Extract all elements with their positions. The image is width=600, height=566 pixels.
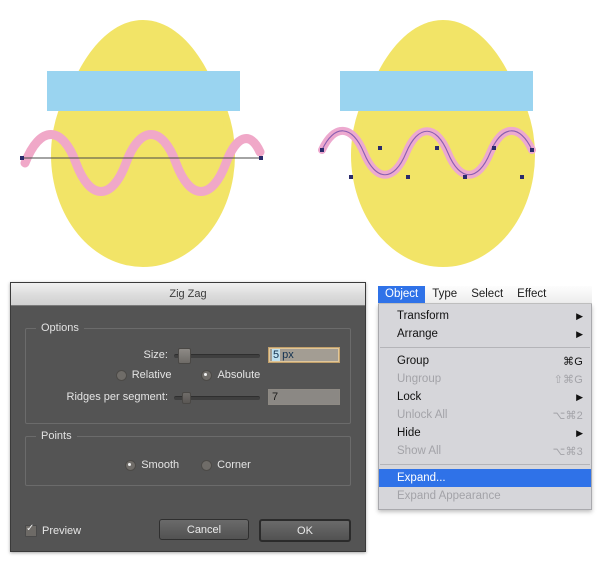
left-artwork [20, 20, 265, 267]
menu-item-label: Ungroup [397, 373, 442, 385]
size-label: Size: [143, 349, 168, 361]
points-group: Points Smooth Corner [25, 430, 351, 486]
relative-radio-label: Relative [131, 369, 172, 381]
object-menu-panel: Transform ▶ Arrange ▶ Group ⌘G Ungroup ⇧… [378, 304, 592, 510]
menu-item-label: Group [397, 355, 429, 367]
menubar: Object Type Select Effect [378, 286, 592, 304]
size-slider-thumb[interactable] [178, 348, 191, 364]
chevron-right-icon: ▶ [576, 310, 583, 321]
ridges-label: Ridges per segment: [66, 391, 169, 403]
size-slider[interactable] [174, 348, 260, 364]
blue-band-left [47, 71, 240, 111]
menu-item-label: Expand Appearance [397, 490, 501, 502]
illustration-svg [20, 20, 536, 267]
dialog-body: Options Size: 5 px Relative Absolute Rid… [11, 306, 365, 554]
menu-item-show-all: Show All ⌥⌘3 [379, 442, 591, 460]
screenshot-root: Zig Zag Options Size: 5 px Relative Abso… [0, 0, 600, 566]
menu-item-label: Transform [397, 310, 449, 322]
zig-zag-dialog: Zig Zag Options Size: 5 px Relative Abso… [10, 282, 366, 552]
size-mode-radios: Relative Absolute [36, 369, 340, 381]
right-artwork [318, 20, 536, 267]
menu-item-label: Lock [397, 391, 422, 403]
menubar-item-type[interactable]: Type [425, 286, 464, 303]
menu-item-label: Hide [397, 427, 421, 439]
size-input[interactable]: 5 px [268, 347, 340, 363]
dialog-title: Zig Zag [169, 288, 207, 300]
ridges-slider-thumb[interactable] [182, 392, 191, 404]
ridges-row: Ridges per segment: 7 [36, 389, 340, 405]
size-row: Size: 5 px [36, 347, 340, 364]
menu-item-label: Show All [397, 445, 442, 457]
ridges-slider[interactable] [174, 390, 260, 404]
absolute-radio-label: Absolute [217, 369, 261, 381]
blue-band-right [340, 71, 533, 111]
menu-item-shortcut: ⌥⌘2 [552, 409, 583, 422]
absolute-radio-dot [201, 369, 213, 381]
preview-label: Preview [42, 524, 82, 537]
menu-item-unlock-all: Unlock All ⌥⌘2 [379, 406, 591, 424]
menu-item-label: Arrange [397, 328, 438, 340]
menubar-item-select[interactable]: Select [464, 286, 510, 303]
chevron-right-icon: ▶ [576, 427, 583, 438]
corner-radio[interactable]: Corner [201, 459, 251, 471]
dialog-titlebar[interactable]: Zig Zag [11, 283, 365, 306]
preview-checkbox[interactable]: Preview [25, 523, 82, 537]
size-input-value: 5 [272, 349, 281, 361]
relative-radio[interactable]: Relative [115, 369, 172, 381]
options-legend: Options [36, 322, 84, 334]
options-group: Options Size: 5 px Relative Absolute Rid… [25, 322, 351, 424]
menu-item-label: Expand... [397, 472, 446, 484]
menu-separator [380, 464, 590, 465]
smooth-radio[interactable]: Smooth [125, 459, 179, 471]
menu-item-shortcut: ⌘G [563, 355, 583, 368]
points-legend: Points [36, 430, 77, 442]
menu-item-transform[interactable]: Transform ▶ [379, 307, 591, 325]
menu-item-lock[interactable]: Lock ▶ [379, 388, 591, 406]
anchor-point-left-end [259, 156, 263, 160]
smooth-radio-dot [125, 459, 137, 471]
ok-button[interactable]: OK [259, 519, 351, 542]
menu-item-shortcut: ⌥⌘3 [552, 445, 583, 458]
absolute-radio[interactable]: Absolute [201, 369, 260, 381]
points-radios: Smooth Corner [36, 459, 340, 471]
menu-item-arrange[interactable]: Arrange ▶ [379, 325, 591, 343]
illustration-canvas [0, 0, 600, 282]
menu-item-ungroup: Ungroup ⇧⌘G [379, 370, 591, 388]
menu-item-expand-appearance: Expand Appearance [379, 487, 591, 505]
chevron-right-icon: ▶ [576, 328, 583, 339]
menu-item-expand[interactable]: Expand... [379, 469, 591, 487]
menu-item-shortcut: ⇧⌘G [553, 373, 583, 386]
ridges-input[interactable]: 7 [268, 389, 340, 405]
chevron-right-icon: ▶ [576, 391, 583, 402]
size-input-unit: px [282, 349, 294, 361]
menu-item-label: Unlock All [397, 409, 448, 421]
menubar-item-object[interactable]: Object [378, 286, 426, 303]
preview-checkbox-box[interactable] [25, 523, 37, 537]
object-menu: Object Type Select Effect Transform ▶ Ar… [378, 286, 592, 510]
menu-separator [380, 347, 590, 348]
relative-radio-dot [115, 369, 127, 381]
cancel-button[interactable]: Cancel [159, 519, 249, 540]
menu-item-group[interactable]: Group ⌘G [379, 352, 591, 370]
ridges-input-value: 7 [272, 391, 279, 403]
menubar-item-effect[interactable]: Effect [510, 286, 553, 303]
menu-item-hide[interactable]: Hide ▶ [379, 424, 591, 442]
anchor-point-left-start [20, 156, 24, 160]
corner-radio-dot [201, 459, 213, 471]
smooth-radio-label: Smooth [141, 459, 180, 471]
dialog-buttons: Cancel OK [159, 519, 351, 542]
corner-radio-label: Corner [217, 459, 251, 471]
dialog-footer: Preview Cancel OK [25, 519, 351, 542]
